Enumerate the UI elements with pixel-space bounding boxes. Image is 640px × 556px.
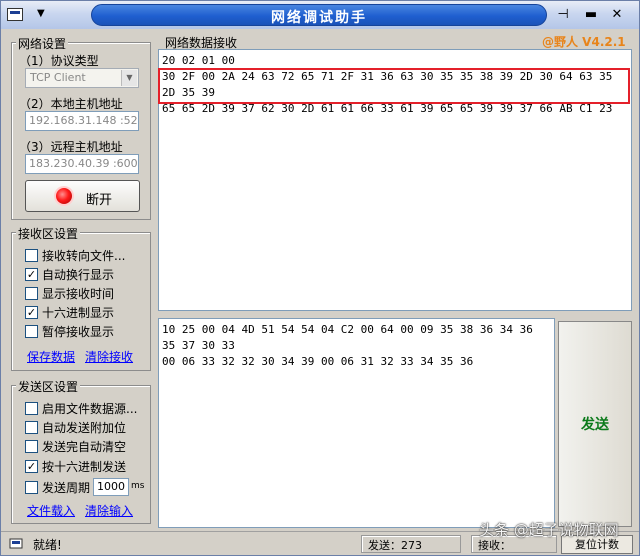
clear-receive-link[interactable]: 清除接收 <box>85 348 133 365</box>
local-host-label: （2）本地主机地址 <box>19 97 123 111</box>
network-settings-title: 网络设置 <box>16 35 69 52</box>
receive-option[interactable]: 暂停接收显示 <box>25 323 114 339</box>
pin-icon[interactable]: ⊣ <box>553 6 573 24</box>
status-led-icon <box>56 188 72 204</box>
option-label: 按十六进制发送 <box>42 460 127 474</box>
option-label: 自动换行显示 <box>42 268 115 282</box>
disconnect-label: 断开 <box>86 193 113 208</box>
title-bar: ▼ 网络调试助手 ⊣ ▬ ✕ <box>1 1 639 29</box>
checkbox[interactable] <box>25 287 38 300</box>
option-label: 暂停接收显示 <box>42 325 115 339</box>
highlight-box <box>158 68 630 104</box>
period-unit: ms <box>131 481 145 491</box>
local-host-field[interactable]: 192.168.31.148 :52595 <box>25 111 139 131</box>
send-line: 10 25 00 04 4D 51 54 54 04 C2 00 64 00 0… <box>162 323 533 352</box>
receive-line: 20 02 01 00 <box>162 54 235 67</box>
receive-option[interactable]: 显示接收时间 <box>25 285 114 301</box>
disconnect-button[interactable]: 断开 <box>25 180 140 212</box>
checkbox[interactable] <box>25 440 38 453</box>
send-option[interactable]: 发送完自动清空 <box>25 438 126 454</box>
send-textarea[interactable]: 10 25 00 04 4D 51 54 54 04 C2 00 64 00 0… <box>158 318 555 528</box>
dropdown-arrow-icon: ▼ <box>37 8 45 19</box>
send-option[interactable]: 启用文件数据源... <box>25 400 137 416</box>
checkbox[interactable] <box>25 249 38 262</box>
checkbox[interactable]: ✓ <box>25 306 38 319</box>
checkbox[interactable] <box>25 481 38 494</box>
checkbox[interactable]: ✓ <box>25 268 38 281</box>
checkbox[interactable]: ✓ <box>25 460 38 473</box>
remote-host-field[interactable]: 183.230.40.39 :6002 <box>25 154 139 174</box>
receive-option[interactable]: ✓ 十六进制显示 <box>25 304 114 320</box>
send-period-input[interactable]: 1000 <box>93 478 129 496</box>
checkbox[interactable] <box>25 421 38 434</box>
option-label: 接收转向文件... <box>42 249 126 263</box>
checkbox[interactable] <box>25 402 38 415</box>
chevron-down-icon: ▼ <box>121 70 137 86</box>
send-settings-title: 发送区设置 <box>16 378 81 395</box>
status-icon <box>9 538 23 549</box>
option-label: 自动发送附加位 <box>42 421 127 435</box>
title-pill: 网络调试助手 <box>91 4 547 26</box>
send-button[interactable]: 发送 <box>558 321 632 527</box>
version-label: @野人 V4.2.1 <box>542 35 626 49</box>
send-option[interactable]: 发送周期 <box>25 479 90 495</box>
protocol-select[interactable]: TCP Client ▼ <box>25 68 139 88</box>
window-title: 网络调试助手 <box>271 10 367 26</box>
sent-count: 发送：273 <box>361 535 461 553</box>
remote-host-label: （3）远程主机地址 <box>19 140 123 154</box>
minimize-icon[interactable]: ▬ <box>581 6 601 24</box>
receive-option[interactable]: 接收转向文件... <box>25 247 125 263</box>
send-option[interactable]: 自动发送附加位 <box>25 419 126 435</box>
send-line: 00 06 33 32 32 30 34 39 00 06 31 32 33 3… <box>162 355 474 368</box>
clear-input-link[interactable]: 清除输入 <box>85 502 133 519</box>
file-load-link[interactable]: 文件载入 <box>27 502 75 519</box>
system-menu[interactable]: ▼ <box>7 7 47 23</box>
option-label: 发送周期 <box>42 481 91 495</box>
receive-option[interactable]: ✓ 自动换行显示 <box>25 266 114 282</box>
app-icon <box>7 8 23 21</box>
option-label: 发送完自动清空 <box>42 440 127 454</box>
close-icon[interactable]: ✕ <box>607 6 627 24</box>
ready-status: 就绪! <box>33 538 62 552</box>
receive-settings-title: 接收区设置 <box>16 225 81 242</box>
protocol-value: TCP Client <box>30 71 86 84</box>
app-window: ▼ 网络调试助手 ⊣ ▬ ✕ 网络设置 （1）协议类型 TCP Client ▼… <box>0 0 640 556</box>
option-label: 十六进制显示 <box>42 306 115 320</box>
save-data-link[interactable]: 保存数据 <box>27 348 75 365</box>
send-option[interactable]: ✓ 按十六进制发送 <box>25 458 126 474</box>
send-button-label: 发送 <box>581 417 609 433</box>
option-label: 启用文件数据源... <box>42 402 138 416</box>
checkbox[interactable] <box>25 325 38 338</box>
option-label: 显示接收时间 <box>42 287 115 301</box>
watermark: 头条 @超子说物联网 <box>479 521 619 539</box>
protocol-label: （1）协议类型 <box>19 54 99 68</box>
